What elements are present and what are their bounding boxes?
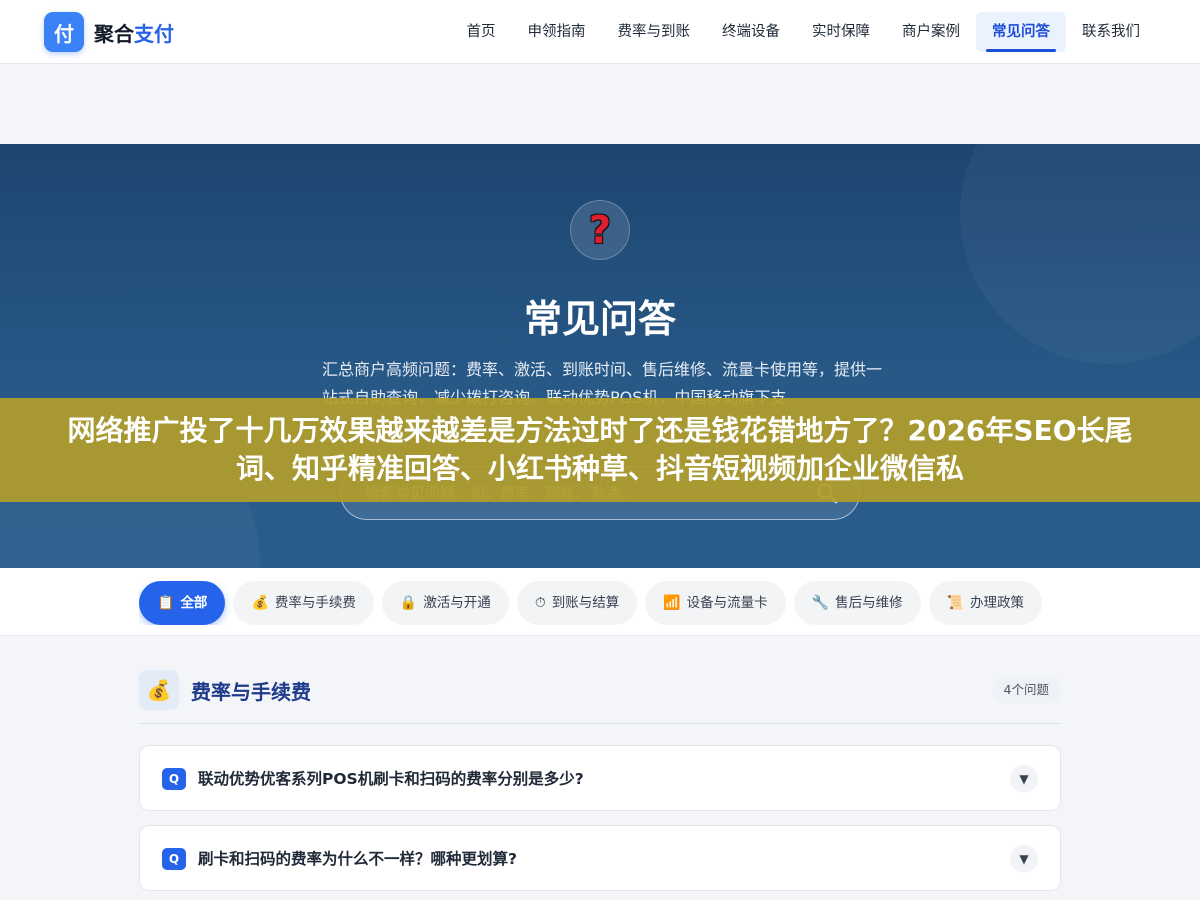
- filter-chip-after-sales[interactable]: 🔧 售后与维修: [793, 581, 921, 625]
- stopwatch-icon: ⏱: [534, 595, 546, 611]
- section-title: 费率与手续费: [191, 680, 311, 704]
- logo[interactable]: 付 聚合支付: [44, 12, 174, 52]
- category-filter-bar: 📋 全部 💰 费率与手续费 🔒 激活与开通 ⏱ 到账与结算 📶 设备与流量卡 🔧 售后与维修…: [0, 568, 1200, 636]
- filter-chip-fees[interactable]: 💰 费率与手续费: [233, 581, 374, 625]
- nav-home[interactable]: 首页: [451, 12, 512, 52]
- filter-chip-label: 到账与结算: [551, 595, 620, 611]
- nav-support[interactable]: 实时保障: [796, 12, 886, 52]
- clipboard-icon: 📋: [157, 595, 175, 611]
- nav-faq[interactable]: 常见问答: [976, 12, 1066, 52]
- nav-contact[interactable]: 联系我们: [1066, 12, 1156, 52]
- question-badge: Q: [162, 848, 186, 870]
- filter-chip-label: 售后与维修: [835, 595, 903, 611]
- chevron-down-icon[interactable]: ▼: [1010, 765, 1038, 793]
- main-nav: 首页 申领指南 费率与到账 终端设备 实时保障 商户案例 常见问答 联系我们: [451, 12, 1157, 52]
- money-bag-icon: 💰: [251, 595, 269, 611]
- hero-banner: ? 常见问答 汇总商户高频问题：费率、激活、到账时间、售后维修、流量卡使用等，提…: [0, 144, 1200, 568]
- filter-chip-policy[interactable]: 📜 办理政策: [928, 581, 1043, 625]
- filter-chip-label: 费率与手续费: [274, 595, 356, 611]
- logo-text-main: 聚合: [94, 21, 134, 46]
- filter-chip-settlement[interactable]: ⏱ 到账与结算: [516, 581, 638, 625]
- category-filter-list: 📋 全部 💰 费率与手续费 🔒 激活与开通 ⏱ 到账与结算 📶 设备与流量卡 🔧 售后与维修…: [139, 581, 1081, 625]
- filter-chip-label: 激活与开通: [423, 595, 491, 611]
- nav-cases[interactable]: 商户案例: [886, 12, 976, 52]
- filter-chip-activation[interactable]: 🔒 激活与开通: [381, 581, 509, 625]
- filter-chip-label: 办理政策: [970, 595, 1025, 611]
- chevron-down-icon[interactable]: ▼: [1010, 845, 1038, 873]
- nav-rates[interactable]: 费率与到账: [602, 12, 707, 52]
- scroll-icon: 📜: [946, 595, 965, 611]
- filter-chip-devices[interactable]: 📶 设备与流量卡: [645, 581, 786, 625]
- faq-item[interactable]: Q 联动优势优客系列POS机刷卡和扫码的费率分别是多少? ▼: [139, 745, 1061, 811]
- question-mark-glyph: ?: [588, 208, 612, 252]
- logo-text-accent: 支付: [134, 21, 174, 46]
- faq-section-header: 💰 费率与手续费 4个问题: [139, 670, 1061, 724]
- wrench-icon: 🔧: [811, 595, 830, 611]
- filter-chip-label: 设备与流量卡: [686, 595, 768, 611]
- page-title: 常见问答: [523, 297, 676, 341]
- logo-text: 聚合支付: [94, 18, 174, 47]
- site-header: 付 聚合支付 首页 申领指南 费率与到账 终端设备 实时保障 商户案例 常见问答…: [0, 0, 1200, 64]
- nav-apply-guide[interactable]: 申领指南: [512, 12, 602, 52]
- signal-icon: 📶: [663, 595, 681, 611]
- faq-question: 联动优势优客系列POS机刷卡和扫码的费率分别是多少?: [198, 770, 584, 788]
- faq-item[interactable]: Q 刷卡和扫码的费率为什么不一样？哪种更划算? ▼: [139, 825, 1061, 891]
- money-bag-icon: 💰: [139, 670, 179, 710]
- lock-icon: 🔒: [399, 595, 418, 611]
- question-mark-icon: ?: [570, 200, 630, 260]
- nav-devices[interactable]: 终端设备: [706, 12, 796, 52]
- logo-mark: 付: [44, 12, 84, 52]
- question-badge: Q: [162, 768, 186, 790]
- question-count-badge: 4个问题: [991, 676, 1061, 704]
- promo-overlay-banner[interactable]: 网络推广投了十几万效果越来越差是方法过时了还是钱花错地方了？2026年SEO长尾…: [0, 398, 1200, 502]
- filter-chip-all[interactable]: 📋 全部: [139, 581, 226, 625]
- filter-chip-label: 全部: [180, 595, 208, 611]
- faq-question: 刷卡和扫码的费率为什么不一样？哪种更划算?: [198, 850, 517, 868]
